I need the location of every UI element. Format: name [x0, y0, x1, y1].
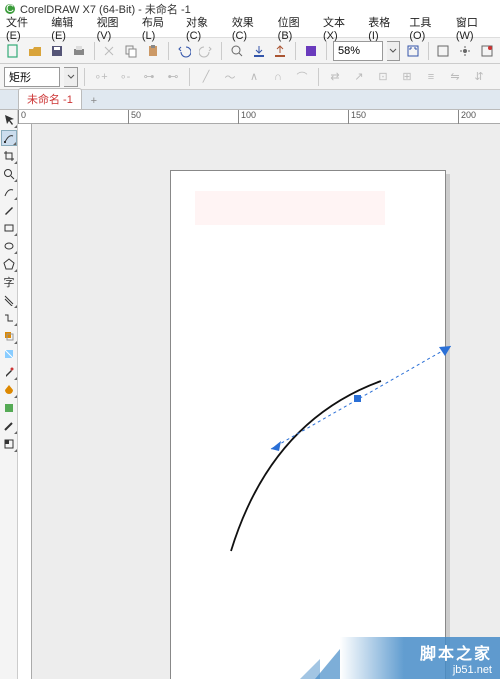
- search-button[interactable]: [228, 41, 246, 61]
- menu-effects[interactable]: 效果(C): [232, 14, 268, 42]
- smooth-button[interactable]: ∩: [268, 67, 288, 87]
- smart-fill-tool[interactable]: [1, 400, 17, 416]
- menu-window[interactable]: 窗口(W): [456, 14, 494, 42]
- to-line-button[interactable]: ╱: [196, 67, 216, 87]
- separator: [295, 42, 296, 60]
- toolbox: 字: [0, 110, 18, 679]
- separator: [428, 42, 429, 60]
- delete-node-button[interactable]: ∘-: [115, 67, 135, 87]
- print-button[interactable]: [70, 41, 88, 61]
- rectangle-tool[interactable]: [1, 220, 17, 236]
- handle-arrow-start-icon[interactable]: [271, 441, 281, 451]
- undo-button[interactable]: [175, 41, 193, 61]
- canvas[interactable]: [32, 124, 500, 679]
- freehand-tool[interactable]: [1, 184, 17, 200]
- new-button[interactable]: [4, 41, 22, 61]
- separator: [326, 42, 327, 60]
- add-node-button[interactable]: ∘+: [91, 67, 111, 87]
- menu-tools[interactable]: 工具(O): [409, 14, 445, 42]
- shape-label: 矩形: [9, 69, 31, 85]
- watermark-text: 脚本之家: [420, 640, 492, 664]
- fill-tool[interactable]: [1, 436, 17, 452]
- curve-object[interactable]: [211, 321, 471, 571]
- crop-tool[interactable]: [1, 148, 17, 164]
- document-tab-bar: 未命名 -1 +: [0, 90, 500, 110]
- selected-node[interactable]: [354, 395, 361, 402]
- open-button[interactable]: [26, 41, 44, 61]
- eyedropper-tool[interactable]: [1, 364, 17, 380]
- shape-dropdown[interactable]: [64, 67, 78, 87]
- page[interactable]: [170, 170, 446, 679]
- parallel-dim-tool[interactable]: [1, 292, 17, 308]
- export-button[interactable]: [271, 41, 289, 61]
- shape-selector[interactable]: 矩形: [4, 67, 60, 87]
- curve-path[interactable]: [231, 381, 381, 551]
- menu-bar: 文件(E) 编辑(E) 视图(V) 布局(L) 对象(C) 效果(C) 位图(B…: [0, 18, 500, 38]
- document-tab[interactable]: 未命名 -1: [18, 88, 82, 109]
- copy-button[interactable]: [122, 41, 140, 61]
- menu-file[interactable]: 文件(E): [6, 14, 41, 42]
- separator: [84, 68, 85, 86]
- connector-tool[interactable]: [1, 310, 17, 326]
- break-node-button[interactable]: ⊷: [163, 67, 183, 87]
- zoom-input[interactable]: 58%: [333, 41, 383, 61]
- property-bar: 矩形 ∘+ ∘- ⊶ ⊷ ╱ 〜 ∧ ∩ ⌒ ⇄ ↗ ⊡ ⊞ ≡ ⇋ ⇵: [0, 64, 500, 90]
- snap-button[interactable]: [434, 41, 452, 61]
- menu-edit[interactable]: 编辑(E): [51, 14, 86, 42]
- options-button[interactable]: [456, 41, 474, 61]
- shape-tool[interactable]: [1, 130, 17, 146]
- separator: [318, 68, 319, 86]
- drop-shadow-tool[interactable]: [1, 328, 17, 344]
- save-button[interactable]: [48, 41, 66, 61]
- publish-button[interactable]: [302, 41, 320, 61]
- handle-arrow-end-icon[interactable]: [439, 346, 451, 356]
- vertical-ruler[interactable]: [18, 124, 32, 679]
- launch-button[interactable]: [478, 41, 496, 61]
- pick-tool[interactable]: [1, 112, 17, 128]
- pink-rectangle-object[interactable]: [195, 191, 385, 225]
- extract-button[interactable]: ⊡: [373, 67, 393, 87]
- reflect-h-button[interactable]: ⇋: [445, 67, 465, 87]
- zoom-value: 58%: [338, 45, 360, 57]
- to-curve-button[interactable]: 〜: [220, 67, 240, 87]
- svg-text:字: 字: [3, 276, 14, 288]
- horizontal-ruler[interactable]: 0 50 100 150 200: [18, 110, 500, 124]
- separator: [189, 68, 190, 86]
- polygon-tool[interactable]: [1, 256, 17, 272]
- reflect-v-button[interactable]: ⇵: [469, 67, 489, 87]
- cut-button[interactable]: [100, 41, 118, 61]
- reverse-button[interactable]: ⇄: [325, 67, 345, 87]
- separator: [94, 42, 95, 60]
- watermark-url: jb51.net: [453, 664, 492, 676]
- menu-view[interactable]: 视图(V): [97, 14, 132, 42]
- stretch-button[interactable]: ⊞: [397, 67, 417, 87]
- watermark: 脚本之家 jb51.net: [340, 637, 500, 679]
- join-node-button[interactable]: ⊶: [139, 67, 159, 87]
- import-button[interactable]: [250, 41, 268, 61]
- menu-object[interactable]: 对象(C): [186, 14, 222, 42]
- zoom-tool[interactable]: [1, 166, 17, 182]
- outline-pen-tool[interactable]: [1, 418, 17, 434]
- align-button[interactable]: ≡: [421, 67, 441, 87]
- standard-toolbar: 58%: [0, 38, 500, 64]
- extend-button[interactable]: ↗: [349, 67, 369, 87]
- cusp-button[interactable]: ∧: [244, 67, 264, 87]
- menu-layout[interactable]: 布局(L): [142, 14, 176, 42]
- separator: [221, 42, 222, 60]
- paste-button[interactable]: [144, 41, 162, 61]
- transparency-tool[interactable]: [1, 346, 17, 362]
- ellipse-tool[interactable]: [1, 238, 17, 254]
- interactive-fill-tool[interactable]: [1, 382, 17, 398]
- text-tool[interactable]: 字: [1, 274, 17, 290]
- redo-button[interactable]: [197, 41, 215, 61]
- fullscreen-button[interactable]: [404, 41, 422, 61]
- symm-button[interactable]: ⌒: [292, 67, 312, 87]
- zoom-dropdown[interactable]: [387, 41, 400, 61]
- separator: [168, 42, 169, 60]
- artistic-media-tool[interactable]: [1, 202, 17, 218]
- menu-table[interactable]: 表格(I): [368, 14, 399, 42]
- new-tab-button[interactable]: +: [86, 93, 102, 109]
- menu-text[interactable]: 文本(X): [323, 14, 358, 42]
- menu-bitmap[interactable]: 位图(B): [278, 14, 313, 42]
